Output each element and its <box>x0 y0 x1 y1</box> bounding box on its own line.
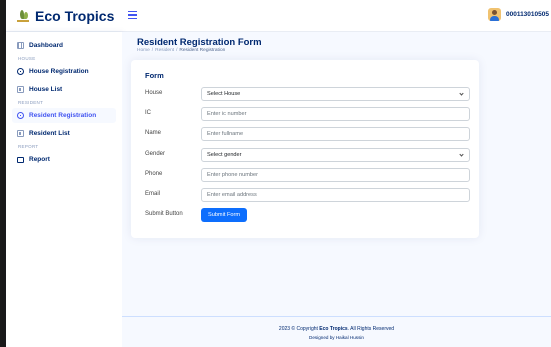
copyright: 2023 © Copyright Eco Tropics. All Rights… <box>278 326 395 332</box>
sidebar: Dashboard HOUSE House Registration House… <box>6 32 122 347</box>
breadcrumb-home[interactable]: Home <box>137 48 150 53</box>
circle-icon <box>17 112 24 119</box>
sidebar-item-house-registration[interactable]: House Registration <box>12 64 116 79</box>
house-label: House <box>145 90 163 96</box>
sidebar-item-resident-list[interactable]: Resident List <box>12 126 116 141</box>
sidebar-item-resident-registration[interactable]: Resident Registration <box>12 108 116 123</box>
ic-row: IC Enter ic number <box>145 107 470 121</box>
house-row: House Select House <box>145 87 470 101</box>
user-name: 000113010505 <box>505 11 549 18</box>
sidebar-item-label: House Registration <box>29 68 89 75</box>
sidebar-heading-report: REPORT <box>18 144 39 149</box>
list-icon <box>17 130 24 137</box>
logo[interactable]: Eco Tropics <box>16 7 114 25</box>
sidebar-item-label: Resident Registration <box>29 112 97 119</box>
sidebar-heading-house: HOUSE <box>18 56 36 61</box>
submit-form-button[interactable]: Submit Form <box>201 208 247 222</box>
list-icon <box>17 86 24 93</box>
sidebar-item-dashboard[interactable]: Dashboard <box>12 38 116 53</box>
house-select[interactable]: Select House <box>201 87 470 101</box>
footer-brand: Eco Tropics <box>319 326 348 332</box>
gender-select[interactable]: Select gender <box>201 148 470 162</box>
main-content: Resident Registration Form Home / Reside… <box>122 32 551 347</box>
app-name: Eco Tropics <box>35 8 115 24</box>
menu-toggle-icon[interactable] <box>128 8 138 22</box>
avatar <box>487 8 501 21</box>
submit-label: Submit Button <box>145 211 183 217</box>
sidebar-item-house-list[interactable]: House List <box>12 82 116 97</box>
name-row: Name Enter fullname <box>145 127 470 141</box>
sidebar-item-label: Report <box>29 156 50 163</box>
breadcrumb-resident[interactable]: Resident <box>155 48 174 53</box>
grid-icon <box>17 42 24 49</box>
form-card: Form House Select House IC Enter ic numb… <box>131 60 479 238</box>
name-input[interactable]: Enter fullname <box>201 127 470 141</box>
phone-row: Phone Enter phone number <box>145 168 470 182</box>
submit-row: Submit Button Submit Form <box>145 208 470 222</box>
palm-logo-icon <box>16 9 30 23</box>
circle-icon <box>17 68 24 75</box>
email-label: Email <box>145 191 161 197</box>
sidebar-heading-resident: RESIDENT <box>18 100 44 105</box>
chevron-down-icon <box>459 152 464 157</box>
name-label: Name <box>145 130 162 136</box>
phone-input[interactable]: Enter phone number <box>201 168 470 182</box>
breadcrumb-current: Resident Registration <box>179 48 226 53</box>
folder-icon <box>17 156 24 163</box>
card-title: Form <box>145 71 164 80</box>
credits: Designed by Haikal Hussin <box>309 335 364 340</box>
user-profile[interactable]: 000113010505 <box>487 8 549 21</box>
top-header: Eco Tropics 000113010505 <box>6 0 551 32</box>
sidebar-item-report[interactable]: Report <box>12 152 116 167</box>
ic-input[interactable]: Enter ic number <box>201 107 470 121</box>
sidebar-item-label: House List <box>29 86 63 93</box>
footer: 2023 © Copyright Eco Tropics. All Rights… <box>122 316 551 347</box>
gender-label: Gender <box>145 151 166 157</box>
email-row: Email Enter email address <box>145 188 470 202</box>
breadcrumb: Home / Resident / Resident Registration <box>137 48 226 53</box>
phone-label: Phone <box>145 171 163 177</box>
email-input[interactable]: Enter email address <box>201 188 470 202</box>
gender-row: Gender Select gender <box>145 148 470 162</box>
ic-label: IC <box>145 110 151 116</box>
chevron-down-icon <box>459 91 464 96</box>
page-title: Resident Registration Form <box>137 37 262 48</box>
sidebar-item-label: Resident List <box>29 130 70 137</box>
sidebar-item-label: Dashboard <box>29 42 63 49</box>
